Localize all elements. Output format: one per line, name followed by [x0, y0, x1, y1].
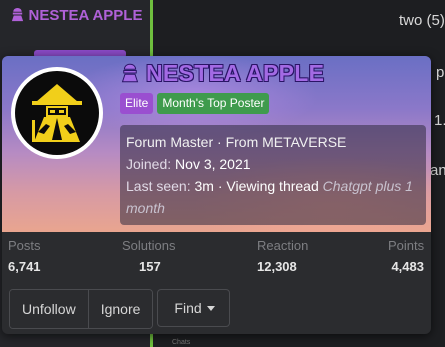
stat-posts[interactable]: Posts 6,741: [8, 238, 41, 274]
wizard-logo-icon: [15, 71, 99, 155]
thread-snippet: two (5): [399, 12, 445, 29]
follow-ignore-group: Unfollow Ignore: [9, 289, 154, 329]
avatar[interactable]: [11, 67, 103, 159]
stat-value: 12,308: [257, 259, 297, 274]
username-link[interactable]: NESTEA APPLE: [120, 60, 324, 89]
stat-label: Solutions: [122, 238, 176, 253]
member-tooltip-card: NESTEA APPLE Elite Month's Top Poster Fo…: [2, 56, 431, 334]
caret-down-icon: [206, 305, 215, 311]
stat-solutions[interactable]: Solutions 157: [122, 238, 202, 274]
member-actions: Unfollow Ignore Find: [9, 289, 230, 329]
thread-snippet: p: [436, 64, 445, 81]
stat-value: 4,483: [391, 259, 424, 274]
find-label: Find: [174, 300, 202, 316]
joined-value: Nov 3, 2021: [175, 156, 251, 172]
last-seen-label: Last seen:: [126, 178, 191, 194]
user-info-box: Forum Master · From METAVERSE Joined: No…: [120, 125, 426, 225]
stat-value: 6,741: [8, 259, 41, 274]
thread-snippet: 1.: [434, 112, 445, 129]
thread-snippet: an: [430, 162, 445, 179]
stat-label: Posts: [8, 238, 41, 253]
find-dropdown-button[interactable]: Find: [157, 289, 230, 327]
badge-top-poster[interactable]: Month's Top Poster: [157, 93, 270, 114]
ninja-icon: [10, 6, 25, 30]
stat-label: Points: [388, 238, 425, 253]
ninja-icon: [120, 62, 140, 89]
joined-line: Joined: Nov 3, 2021: [126, 153, 420, 175]
user-badges: Elite Month's Top Poster: [120, 93, 270, 114]
last-seen-line: Last seen: 3m · Viewing thread Chatgpt p…: [126, 175, 420, 219]
post-author-name[interactable]: NESTEA APPLE: [0, 4, 152, 30]
stat-points[interactable]: Points 4,483: [388, 238, 424, 274]
ignore-button[interactable]: Ignore: [87, 290, 153, 328]
user-stats: Posts 6,741 Solutions 157 Reaction 12,30…: [2, 238, 431, 280]
user-title-line: Forum Master · From METAVERSE: [126, 134, 347, 150]
last-seen-value: 3m · Viewing thread: [194, 178, 319, 194]
footer-label: Chats: [172, 339, 191, 346]
unfollow-button[interactable]: Unfollow: [10, 290, 88, 328]
badge-elite[interactable]: Elite: [120, 93, 154, 114]
stat-value: 157: [139, 259, 161, 274]
stat-label: Reaction: [257, 238, 309, 253]
stat-reaction[interactable]: Reaction 12,308: [257, 238, 308, 274]
joined-label: Joined:: [126, 156, 172, 172]
